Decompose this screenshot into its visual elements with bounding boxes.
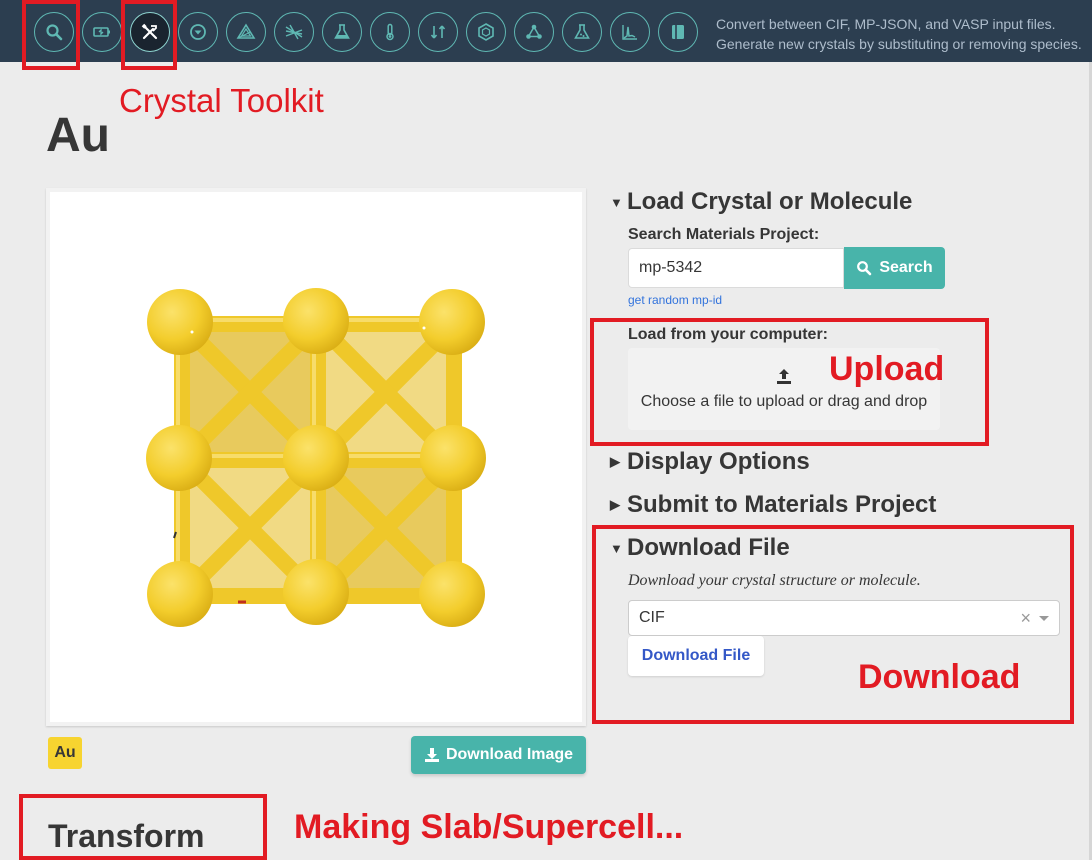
search-label: Search Materials Project: xyxy=(628,226,820,243)
tool-button-14[interactable] xyxy=(658,12,698,52)
annotation-box-transform xyxy=(19,794,267,860)
atom-au xyxy=(283,425,349,491)
book-icon xyxy=(672,25,684,39)
element-legend-tag: Au xyxy=(48,737,82,769)
flask-alt-icon xyxy=(574,24,590,39)
search-button-label: Search xyxy=(879,259,933,276)
annotation-crystal-toolkit: Crystal Toolkit xyxy=(119,82,324,119)
structure-viewer[interactable] xyxy=(46,188,586,726)
atom-au xyxy=(419,289,485,355)
display-options-title: Display Options xyxy=(627,448,810,475)
chevron-circle-down-icon xyxy=(190,24,206,40)
tool-button-9[interactable] xyxy=(418,12,458,52)
atom-au xyxy=(147,289,213,355)
toolbar-description: Convert between CIF, MP-JSON, and VASP i… xyxy=(716,14,1082,54)
toolbar-description-line-1: Convert between CIF, MP-JSON, and VASP i… xyxy=(716,16,1056,32)
download-icon xyxy=(424,748,439,762)
annotation-making-slab: Making Slab/Supercell... xyxy=(294,808,684,846)
triangle-layers-icon xyxy=(236,23,256,39)
tool-button-8[interactable] xyxy=(370,12,410,52)
diffraction-lines-icon xyxy=(285,24,303,40)
polyhedron-icon xyxy=(478,23,494,41)
mp-id-search-input[interactable] xyxy=(628,248,844,288)
caret-right-icon: ▶ xyxy=(610,497,620,512)
tool-button-10[interactable] xyxy=(466,12,506,52)
load-section-toggle[interactable]: ▼ Load Crystal or Molecule xyxy=(610,188,912,216)
atom-au xyxy=(420,425,486,491)
tool-button-12[interactable] xyxy=(562,12,602,52)
submit-section-title: Submit to Materials Project xyxy=(627,491,937,518)
annotation-download: Download xyxy=(858,658,1021,696)
caret-right-icon: ▶ xyxy=(610,454,620,469)
annotation-box-toolkit xyxy=(121,0,177,70)
annotation-upload: Upload xyxy=(829,350,945,388)
tool-button-5[interactable] xyxy=(226,12,266,52)
thermometer-icon xyxy=(386,23,394,41)
tool-button-6[interactable] xyxy=(274,12,314,52)
tool-button-7[interactable] xyxy=(322,12,362,52)
atom-au xyxy=(146,425,212,491)
display-options-toggle[interactable]: ▶ Display Options xyxy=(610,448,810,476)
caret-down-icon: ▼ xyxy=(610,194,623,210)
atom-au xyxy=(283,559,349,625)
tool-button-4[interactable] xyxy=(178,12,218,52)
random-mp-id-link[interactable]: get random mp-id xyxy=(628,293,722,307)
page-title: Au xyxy=(46,109,110,162)
tool-button-13[interactable] xyxy=(610,12,650,52)
tool-button-11[interactable] xyxy=(514,12,554,52)
crystal-structure-render xyxy=(146,288,486,627)
download-image-label: Download Image xyxy=(445,746,574,763)
annotation-box-search xyxy=(22,0,80,70)
atom-au xyxy=(147,561,213,627)
battery-tool-button[interactable] xyxy=(82,12,122,52)
submit-section-toggle[interactable]: ▶ Submit to Materials Project xyxy=(610,491,936,519)
download-image-button[interactable]: Download Image xyxy=(411,736,586,774)
molecule-icon xyxy=(526,24,542,39)
battery-icon xyxy=(93,27,110,37)
flask-icon xyxy=(334,24,350,39)
atom-au xyxy=(419,561,485,627)
spectrum-icon xyxy=(622,25,637,40)
load-section-title: Load Crystal or Molecule xyxy=(627,188,913,215)
toolbar-description-line-2: Generate new crystals by substituting or… xyxy=(716,36,1082,52)
swap-arrows-icon xyxy=(430,25,446,39)
atom-group xyxy=(146,288,486,627)
search-icon xyxy=(857,261,872,276)
search-button[interactable]: Search xyxy=(844,247,945,289)
atom-au xyxy=(283,288,349,354)
